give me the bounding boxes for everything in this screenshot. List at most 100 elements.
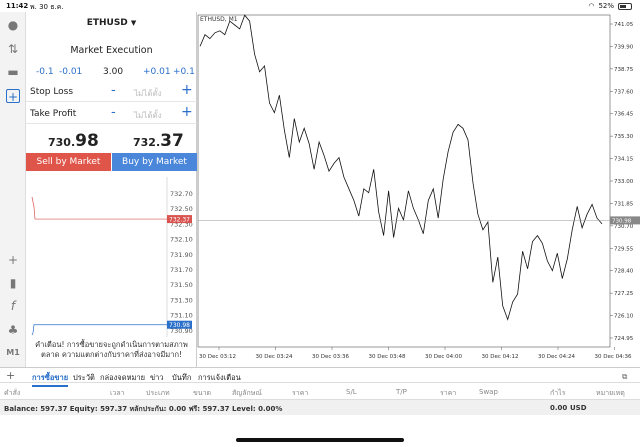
col-sl: S/L bbox=[346, 388, 357, 396]
tick-axis-label: 732.50 bbox=[170, 205, 193, 213]
stop-loss-row: Stop Loss - ไม่ได้ตั้ง + bbox=[26, 82, 197, 102]
y-tick-label: 730.70 bbox=[614, 224, 634, 230]
lot-value[interactable]: 3.00 bbox=[103, 67, 123, 77]
take-profit-row: Take Profit - ไม่ได้ตั้ง + bbox=[26, 104, 197, 124]
ask-big: 37 bbox=[160, 131, 184, 151]
y-tick-label: 726.10 bbox=[614, 314, 634, 320]
status-right: ◠ 52% bbox=[588, 2, 632, 10]
y-tick-label: 737.60 bbox=[614, 89, 634, 95]
currency: USD bbox=[570, 404, 587, 412]
tick-axis-label: 732.10 bbox=[170, 236, 193, 244]
bid-price: 730.98 bbox=[48, 131, 99, 151]
chevron-down-icon: ▼ bbox=[130, 19, 137, 27]
x-tick-label: 30 Dec 04:12 bbox=[482, 354, 519, 360]
x-tick-label: 30 Dec 04:36 bbox=[595, 354, 632, 360]
col-price: ราคา bbox=[292, 389, 309, 397]
lot-minus-0-01-button[interactable]: -0.01 bbox=[59, 67, 82, 77]
new-order-icon[interactable]: + bbox=[6, 89, 20, 104]
stop-loss-label: Stop Loss bbox=[30, 87, 74, 97]
battery-percent: 52% bbox=[598, 2, 614, 10]
tick-axis-label: 732.70 bbox=[170, 190, 193, 198]
user-icon[interactable]: ● bbox=[6, 18, 20, 32]
col-profit: กำไร bbox=[550, 389, 566, 397]
take-profit-minus-button[interactable]: - bbox=[111, 105, 116, 120]
stop-loss-input[interactable]: ไม่ได้ตั้ง bbox=[134, 87, 162, 100]
stop-loss-minus-button[interactable]: - bbox=[111, 83, 116, 98]
ask-tag: 732.37 bbox=[169, 217, 190, 224]
trade-table-header: คำสั่ง เวลา ประเภท ขนาด สัญลักษณ์ ราคา S… bbox=[0, 383, 640, 400]
profit-total: 0.00 bbox=[550, 404, 568, 412]
lot-plus-0-1-button[interactable]: +0.1 bbox=[173, 67, 195, 77]
lot-minus-0-1-button[interactable]: -0.1 bbox=[36, 67, 54, 77]
toolbox-tabs: + การซื้อขาย ประวัติ กล่องจดหมาย ข่าว บั… bbox=[0, 367, 640, 387]
col-time: เวลา bbox=[110, 389, 125, 397]
col-swap: Swap bbox=[479, 388, 498, 396]
take-profit-plus-button[interactable]: + bbox=[181, 104, 193, 120]
bid-big: 98 bbox=[75, 131, 99, 151]
ask-price: 732.37 bbox=[133, 131, 184, 151]
battery-icon bbox=[618, 2, 632, 10]
volume-stepper: -0.1 -0.01 3.00 +0.01 +0.1 bbox=[26, 67, 197, 81]
ask-prefix: 732. bbox=[133, 136, 161, 149]
y-tick-label: 733.00 bbox=[614, 179, 634, 185]
tick-axis-label: 731.70 bbox=[170, 266, 193, 274]
x-tick-label: 30 Dec 04:24 bbox=[538, 354, 575, 360]
y-tick-label: 729.55 bbox=[614, 246, 634, 252]
stop-loss-plus-button[interactable]: + bbox=[181, 82, 193, 98]
buy-button[interactable]: Buy by Market bbox=[112, 153, 197, 171]
tick-axis-label: 731.30 bbox=[170, 296, 193, 304]
chat-icon[interactable]: ▬ bbox=[6, 65, 20, 79]
price-chart[interactable]: ETHUSD, M1 741.05 739.90 738.75 737.60 736.45… bbox=[197, 12, 640, 367]
chart-title: ETHUSD, M1 bbox=[200, 16, 238, 23]
x-tick-label: 30 Dec 04:00 bbox=[425, 354, 462, 360]
indicator-icon[interactable]: f bbox=[6, 299, 20, 313]
chart-plot-area bbox=[197, 14, 611, 348]
tick-axis-label: 731.10 bbox=[170, 312, 193, 320]
y-tick-label: 741.05 bbox=[614, 22, 634, 28]
left-toolbar: ● ⇅ ▬ + + ▮ f ♣ M1 bbox=[0, 12, 26, 367]
y-tick-label: 734.15 bbox=[614, 157, 634, 163]
tick-axis-label: 731.90 bbox=[170, 251, 193, 259]
y-tick-label: 724.95 bbox=[614, 336, 634, 342]
y-tick-label: 735.30 bbox=[614, 134, 634, 140]
home-indicator[interactable] bbox=[236, 438, 404, 442]
timeframe-button[interactable]: M1 bbox=[6, 346, 20, 360]
take-profit-label: Take Profit bbox=[30, 109, 77, 119]
x-tick-label: 30 Dec 03:48 bbox=[369, 354, 406, 360]
col-tp: T/P bbox=[396, 388, 407, 396]
bid-tick-line bbox=[31, 324, 167, 336]
col-price2: ราคา bbox=[440, 389, 457, 397]
x-tick-label: 30 Dec 03:12 bbox=[199, 354, 236, 360]
x-tick-label: 30 Dec 03:24 bbox=[256, 354, 293, 360]
take-profit-input[interactable]: ไม่ได้ตั้ง bbox=[134, 109, 162, 122]
add-icon[interactable]: + bbox=[6, 369, 15, 382]
layout-icon[interactable]: ⧉ bbox=[622, 372, 627, 382]
tick-chart: 732.70732.50732.30732.10731.90731.70731.… bbox=[31, 177, 193, 337]
y-tick-label: 728.40 bbox=[614, 269, 634, 275]
balance-bar: Balance: 597.37 Equity: 597.37 หลักประกั… bbox=[0, 400, 640, 415]
col-order: คำสั่ง bbox=[4, 389, 21, 397]
execution-warning: คำเตือน! การซื้อขายจะถูกดำเนินการตามสภาพ… bbox=[35, 340, 188, 359]
execution-type[interactable]: Market Execution bbox=[26, 45, 197, 56]
balance-summary: Balance: 597.37 Equity: 597.37 หลักประกั… bbox=[4, 405, 283, 413]
wifi-icon: ◠ bbox=[588, 2, 595, 10]
current-price-tag: 730.98 bbox=[612, 218, 632, 224]
symbol-label: ETHUSD bbox=[86, 18, 128, 28]
ask-tick-line bbox=[31, 196, 167, 220]
order-panel: ETHUSD ▼ Market Execution -0.1 -0.01 3.0… bbox=[26, 12, 197, 367]
x-tick-label: 30 Dec 03:36 bbox=[312, 354, 349, 360]
col-type: ประเภท bbox=[146, 389, 170, 397]
sell-button[interactable]: Sell by Market bbox=[26, 153, 111, 171]
y-tick-label: 738.75 bbox=[614, 67, 634, 73]
lot-plus-0-01-button[interactable]: +0.01 bbox=[143, 67, 171, 77]
y-tick-label: 727.25 bbox=[614, 291, 634, 297]
tick-axis-label: 731.50 bbox=[170, 281, 193, 289]
y-tick-label: 736.45 bbox=[614, 112, 634, 118]
crosshair-icon[interactable]: + bbox=[6, 253, 20, 267]
col-size: ขนาด bbox=[193, 389, 212, 397]
objects-icon[interactable]: ♣ bbox=[6, 323, 20, 337]
bid-tag: 730.98 bbox=[169, 322, 190, 329]
symbol-selector[interactable]: ETHUSD ▼ bbox=[26, 18, 197, 28]
candles-icon[interactable]: ▮ bbox=[6, 276, 20, 290]
trade-icon[interactable]: ⇅ bbox=[6, 42, 20, 56]
